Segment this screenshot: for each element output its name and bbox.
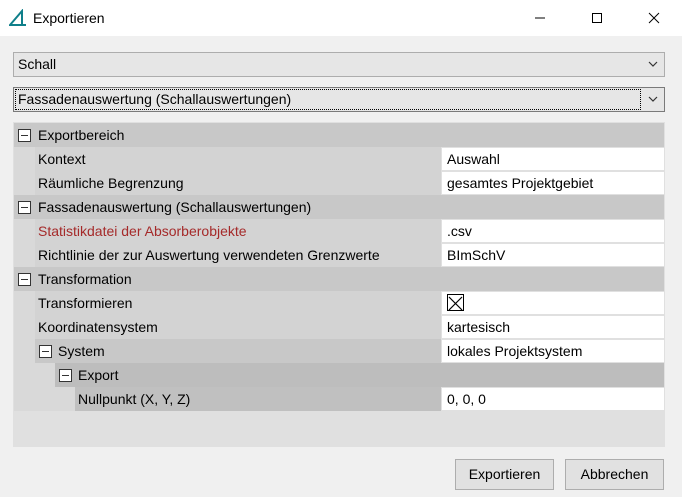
minimize-icon	[535, 17, 545, 19]
export-header: Export	[55, 363, 664, 387]
category-dropdown[interactable]: Schall	[13, 52, 665, 77]
property-row-statistikdatei[interactable]: Statistikdatei der Absorberobjekte .csv	[14, 219, 664, 243]
property-value-kontext[interactable]: Auswahl	[442, 148, 664, 170]
minimize-button[interactable]	[517, 0, 563, 36]
property-name: Räumliche Begrenzung	[35, 171, 441, 195]
property-value-transformieren[interactable]	[442, 292, 664, 314]
row-gutter	[14, 147, 35, 171]
row-gutter	[14, 219, 35, 243]
property-name: Statistikdatei der Absorberobjekte	[35, 219, 441, 243]
property-value-system[interactable]: lokales Projektsystem	[442, 340, 664, 362]
category-transformation[interactable]: Transformation	[14, 267, 664, 291]
collapse-minus-icon[interactable]	[18, 201, 31, 214]
triangle-logo-icon	[9, 9, 26, 26]
row-gutter	[14, 315, 35, 339]
row-gutter	[14, 387, 75, 411]
property-row-begrenzung[interactable]: Räumliche Begrenzung gesamtes Projektgeb…	[14, 171, 664, 195]
category-dropdown-value: Schall	[18, 56, 57, 72]
category-label: Export	[78, 367, 119, 383]
transformieren-checkbox[interactable]	[447, 294, 464, 311]
category-label: Fassadenauswertung (Schallauswertungen)	[38, 199, 312, 215]
property-value-koordinatensystem[interactable]: kartesisch	[442, 316, 664, 338]
maximize-button[interactable]	[574, 0, 620, 36]
export-type-dropdown-value: Fassadenauswertung (Schallauswertungen)	[18, 91, 292, 107]
close-icon	[648, 12, 660, 24]
close-button[interactable]	[631, 0, 677, 36]
property-value-begrenzung[interactable]: gesamtes Projektgebiet	[442, 172, 664, 194]
property-grid: Exportbereich Kontext Auswahl Räumliche …	[13, 122, 665, 447]
property-value-nullpunkt[interactable]: 0, 0, 0	[442, 388, 664, 410]
window-title: Exportieren	[33, 10, 105, 26]
property-row-kontext[interactable]: Kontext Auswahl	[14, 147, 664, 171]
property-name: Kontext	[35, 147, 441, 171]
category-label: System	[58, 343, 105, 359]
collapse-minus-icon[interactable]	[59, 369, 72, 382]
category-system[interactable]: System lokales Projektsystem	[14, 339, 664, 363]
export-type-dropdown[interactable]: Fassadenauswertung (Schallauswertungen)	[13, 87, 665, 112]
row-gutter	[14, 339, 35, 363]
category-fassadenauswertung[interactable]: Fassadenauswertung (Schallauswertungen)	[14, 195, 664, 219]
category-export[interactable]: Export	[14, 363, 664, 387]
export-button[interactable]: Exportieren	[455, 459, 554, 490]
property-name: Richtlinie der zur Auswertung verwendete…	[35, 243, 441, 267]
row-gutter	[14, 171, 35, 195]
chevron-down-icon	[648, 61, 658, 67]
chevron-down-icon	[648, 96, 658, 102]
row-gutter	[14, 363, 55, 387]
collapse-minus-icon[interactable]	[18, 129, 31, 142]
property-name: Transformieren	[35, 291, 441, 315]
property-row-richtlinie[interactable]: Richtlinie der zur Auswertung verwendete…	[14, 243, 664, 267]
checked-x-icon	[448, 296, 463, 311]
property-value-richtlinie[interactable]: BImSchV	[442, 244, 664, 266]
property-name: Nullpunkt (X, Y, Z)	[75, 387, 441, 411]
property-row-transformieren[interactable]: Transformieren	[14, 291, 664, 315]
row-gutter	[14, 291, 35, 315]
category-exportbereich[interactable]: Exportbereich	[14, 123, 664, 147]
row-gutter	[14, 243, 35, 267]
category-label: Exportbereich	[38, 127, 125, 143]
cancel-button[interactable]: Abbrechen	[565, 459, 664, 490]
property-name: Koordinatensystem	[35, 315, 441, 339]
collapse-minus-icon[interactable]	[18, 273, 31, 286]
collapse-minus-icon[interactable]	[39, 345, 52, 358]
property-row-koordinatensystem[interactable]: Koordinatensystem kartesisch	[14, 315, 664, 339]
title-bar: Exportieren	[0, 0, 682, 36]
maximize-icon	[592, 13, 602, 23]
category-label: Transformation	[38, 271, 132, 287]
property-row-nullpunkt[interactable]: Nullpunkt (X, Y, Z) 0, 0, 0	[14, 387, 664, 411]
property-value-statistikdatei[interactable]: .csv	[442, 220, 664, 242]
system-header: System	[35, 339, 441, 363]
